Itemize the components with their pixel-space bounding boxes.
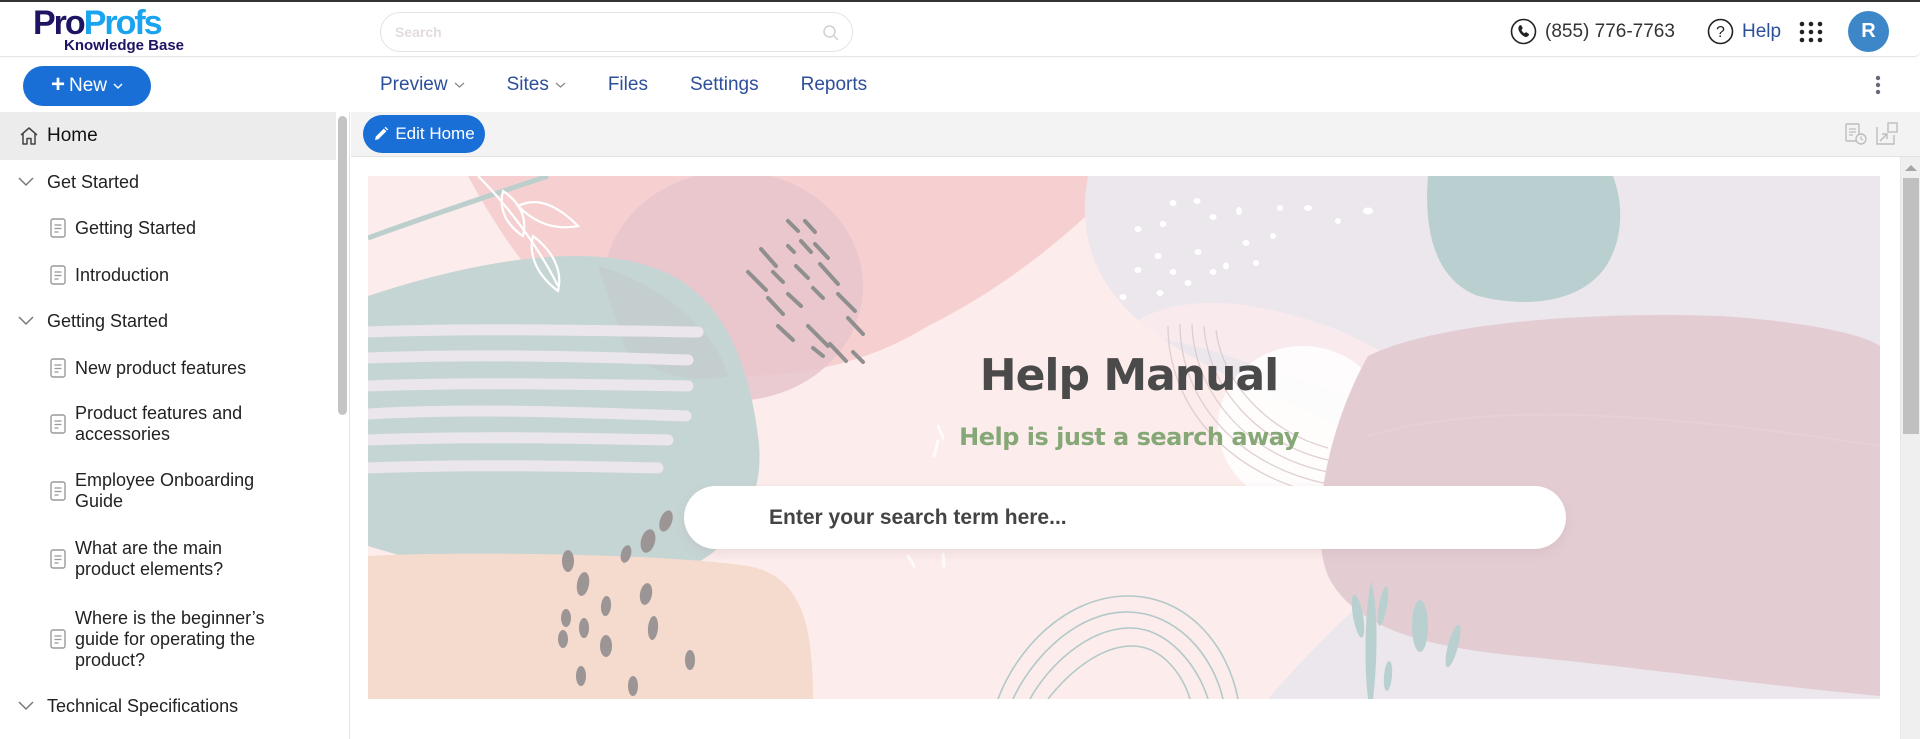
chevron-down-icon[interactable] [16,311,36,331]
sidebar-section-getting-started[interactable]: Getting Started [0,309,336,333]
sidebar-article-getting-started[interactable]: Getting Started [0,216,336,240]
support-phone[interactable]: (855) 776-7763 [1510,4,1675,59]
nav-files[interactable]: Files [608,74,648,96]
nav-files-label: Files [607,74,648,95]
sidebar-article-introduction[interactable]: Introduction [0,263,336,287]
sidebar-article-employee-onboarding[interactable]: Employee Onboarding Guide [0,469,336,513]
apps-grid-icon[interactable] [1799,21,1823,43]
sidebar-item-label: Home [47,125,98,146]
document-icon [49,264,67,286]
chevron-down-icon[interactable] [16,696,36,716]
nav-reports[interactable]: Reports [801,74,868,96]
user-avatar[interactable]: R [1848,11,1889,52]
chevron-down-icon[interactable] [16,172,36,192]
scrollbar-thumb[interactable] [1903,178,1919,434]
sidebar-scrollbar[interactable] [338,116,347,415]
sidebar-item-label: Getting Started [47,310,169,331]
pencil-icon [375,126,389,140]
content-scrollbar[interactable] [1900,157,1920,739]
nav-sites[interactable]: Sites [507,74,566,96]
svg-text:?: ? [1716,24,1725,41]
sidebar-item-label: Employee Onboarding Guide [75,470,255,511]
home-icon [18,125,40,147]
expand-icon[interactable] [1875,121,1899,147]
document-icon [49,480,67,502]
banner-search-box[interactable] [684,486,1566,549]
sidebar-article-new-product-features[interactable]: New product features [0,356,336,380]
nav-preview-label: Preview [380,74,448,95]
edit-home-button[interactable]: Edit Home [363,115,485,153]
nav-settings-label: Settings [689,74,759,95]
scroll-up-arrow-icon[interactable] [1905,165,1917,171]
plus-icon: + [50,71,65,98]
new-button[interactable]: + New [23,66,151,106]
main-nav: Preview Sites Files Settings Reports [380,60,909,110]
sidebar-item-label: Where is the beginner’s guide for operat… [75,607,265,670]
sidebar-section-technical-specifications[interactable]: Technical Specifications [0,694,336,718]
help-link[interactable]: ? Help [1707,4,1781,59]
document-icon [49,217,67,239]
sidebar-item-label: Introduction [75,264,170,285]
document-icon [49,413,67,435]
sidebar-item-home[interactable]: Home [0,112,336,160]
document-icon [49,548,67,570]
nav-settings[interactable]: Settings [690,74,759,96]
chevron-down-icon [555,82,566,88]
banner-search-input[interactable] [769,504,1529,532]
help-circle-icon: ? [1707,18,1734,45]
document-icon [49,628,67,650]
revision-history-icon[interactable] [1844,121,1868,147]
sidebar-section-get-started[interactable]: Get Started [0,170,336,194]
edit-home-label: Edit Home [395,124,475,143]
nav-reports-label: Reports [800,74,868,95]
banner-subtitle: Help is just a search away [959,423,1299,451]
sidebar-item-label: Getting Started [75,217,197,238]
new-button-label: New [69,75,108,96]
hero-banner: Help Manual Help is just a search away [368,176,1880,699]
avatar-initial: R [1861,20,1876,42]
search-input[interactable] [395,21,795,43]
nav-sites-label: Sites [506,74,549,95]
banner-title: Help Manual [979,350,1279,401]
sidebar-item-label: New product features [75,357,247,378]
sidebar-item-label: Technical Specifications [47,695,239,716]
sidebar-item-label: What are the main product elements? [75,538,224,579]
sidebar-item-label: Get Started [47,171,140,192]
nav-preview[interactable]: Preview [380,74,465,96]
phone-icon [1510,18,1537,45]
sidebar-article-main-product-elements[interactable]: What are the main product elements? [0,537,336,581]
sidebar-article-beginners-guide[interactable]: Where is the beginner’s guide for operat… [0,606,336,672]
chevron-down-icon [113,83,123,89]
chevron-down-icon [454,82,465,88]
logo-subtitle: Knowledge Base [64,37,185,54]
content-area: Help Manual Help is just a search away [351,157,1898,739]
edit-bar: Edit Home [351,112,1920,157]
global-search[interactable] [380,12,853,52]
proprofs-logo[interactable]: ProProfs Knowledge Base [33,4,193,56]
phone-number: (855) 776-7763 [1545,20,1675,42]
search-icon[interactable] [822,24,840,42]
help-label: Help [1742,20,1782,42]
top-header: ProProfs Knowledge Base (855) 776-7763 ?… [0,2,1920,57]
sidebar-tree: Home Get Started Getting Started Introdu… [0,112,350,739]
sidebar-item-label: Product features and accessories [75,403,243,444]
sidebar-article-product-features[interactable]: Product features and accessories [0,402,336,446]
document-icon [49,357,67,379]
kebab-menu-icon[interactable] [1872,74,1884,96]
